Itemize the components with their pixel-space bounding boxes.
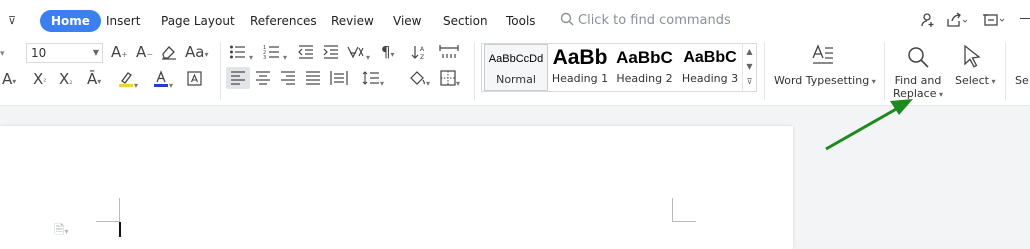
annotation-arrow [825,99,913,151]
